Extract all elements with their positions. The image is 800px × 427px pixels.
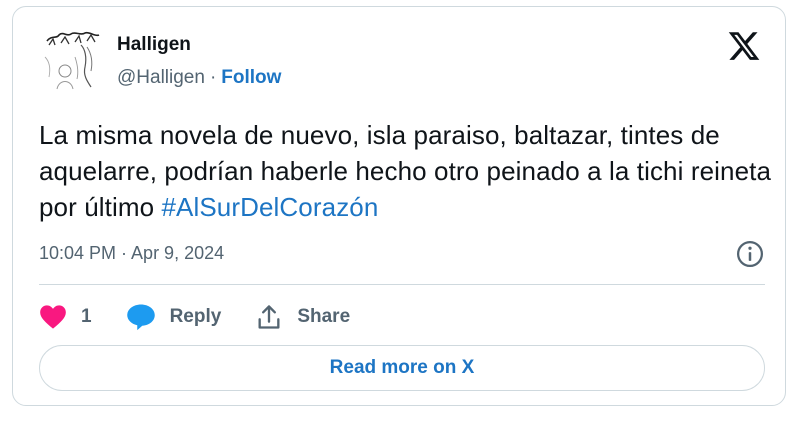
heart-icon [40, 305, 66, 329]
reply-button[interactable]: Reply [126, 303, 222, 331]
follow-button[interactable]: Follow [221, 67, 281, 88]
tweet-actions: 1 Reply Share [39, 299, 384, 335]
hashtag-link[interactable]: #AlSurDelCorazón [161, 192, 378, 222]
tweet-card: Halligen @Halligen · Follow La misma novel… [12, 6, 786, 406]
tweet-timestamp[interactable]: 10:04 PM · Apr 9, 2024 [39, 243, 224, 264]
share-button[interactable]: Share [255, 303, 350, 331]
share-icon [258, 305, 280, 329]
sketch-avatar-icon[interactable] [41, 27, 105, 91]
like-button[interactable]: 1 [39, 304, 92, 330]
separator-dot: · [209, 67, 217, 88]
author-handle[interactable]: @Halligen [117, 67, 205, 88]
tweet-body: La misma novela de nuevo, isla paraiso, … [39, 120, 772, 222]
share-label: Share [297, 306, 351, 327]
info-icon[interactable] [735, 239, 765, 269]
author-name[interactable]: Halligen [117, 34, 191, 56]
tweet-text: La misma novela de nuevo, isla paraiso, … [39, 117, 779, 225]
read-more-button[interactable]: Read more on X [39, 345, 765, 391]
like-count: 1 [81, 306, 92, 327]
reply-label: Reply [169, 306, 222, 327]
reply-bubble-icon [126, 304, 155, 331]
x-logo-icon[interactable] [727, 29, 761, 63]
tweet-header: Halligen @Halligen · Follow [41, 27, 761, 97]
divider [39, 284, 765, 285]
author-handle-line: @Halligen · Follow [117, 67, 281, 89]
